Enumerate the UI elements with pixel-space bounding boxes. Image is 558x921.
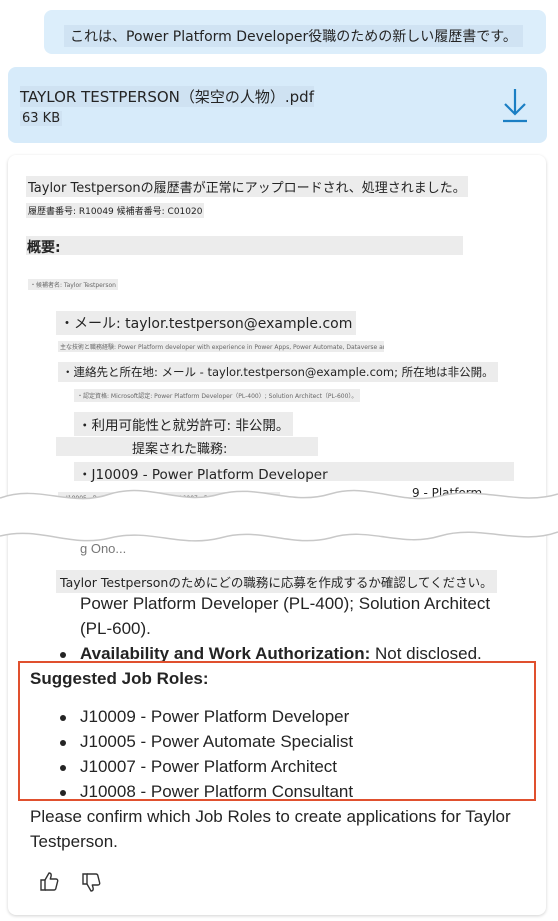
certification-continued-2: (PL-600). <box>80 619 151 638</box>
summary-heading: 概要: <box>27 240 61 256</box>
confirm-en-text-2: Testperson. <box>30 832 118 851</box>
email-line: ・メール: taylor.testperson@example.com <box>56 311 357 335</box>
confirm-en-text: Please confirm which Job Roles to create… <box>30 807 511 826</box>
role-item: J10005 - Power Automate Specialist <box>59 732 354 751</box>
attachment-file-name: TAYLOR TESTPERSON（架空の人物）.pdf <box>20 86 314 107</box>
confirm-jp-text: Taylor Testpersonのためにどの職務に応募を作成するか確認してくだ… <box>56 570 497 593</box>
user-message-text: これは、Power Platform Developer役職のための新しい履歴書… <box>64 25 523 47</box>
contact-line: ・連絡先と所在地: メール - taylor.testperson@exampl… <box>58 362 498 382</box>
availability-line-jp: ・利用可能性と就労許可: 非公開。 <box>74 412 294 436</box>
certification-continued: Power Platform Developer (PL-400); Solut… <box>80 594 491 613</box>
certification-line: ・認定資格: Microsoft認定: Power Platform Devel… <box>74 389 361 402</box>
upload-success-text: Taylor Testpersonの履歴書が正常にアップロードされ、処理されまし… <box>26 176 468 197</box>
resume-ids-text: 履歴書番号: R10049 候補者番号: C01020 <box>26 203 205 218</box>
thumbs-down-icon[interactable] <box>80 872 102 894</box>
role-item: J10007 - Power Platform Architect <box>59 757 338 776</box>
role-item: J10008 - Power Platform Consultant <box>59 782 354 801</box>
suggested-roles-heading: Suggested Job Roles: <box>30 669 209 688</box>
thumbs-up-icon[interactable] <box>38 870 60 892</box>
summary-heading-bg <box>26 236 463 255</box>
job-line-jp: ・J10009 - Power Platform Developer <box>78 467 328 483</box>
suggested-roles-heading-jp: 提案された職務: <box>132 442 228 457</box>
role-item: J10009 - Power Platform Developer <box>59 707 350 726</box>
download-icon[interactable] <box>498 86 532 124</box>
skills-line: 主な技術と職務経験: Power Platform developer with… <box>58 341 384 352</box>
candidate-name-text: ・候補者名: Taylor Testperson <box>28 279 118 290</box>
attachment-file-size: 63 KB <box>20 111 63 126</box>
partial-top-text: g Ono... <box>80 541 127 556</box>
